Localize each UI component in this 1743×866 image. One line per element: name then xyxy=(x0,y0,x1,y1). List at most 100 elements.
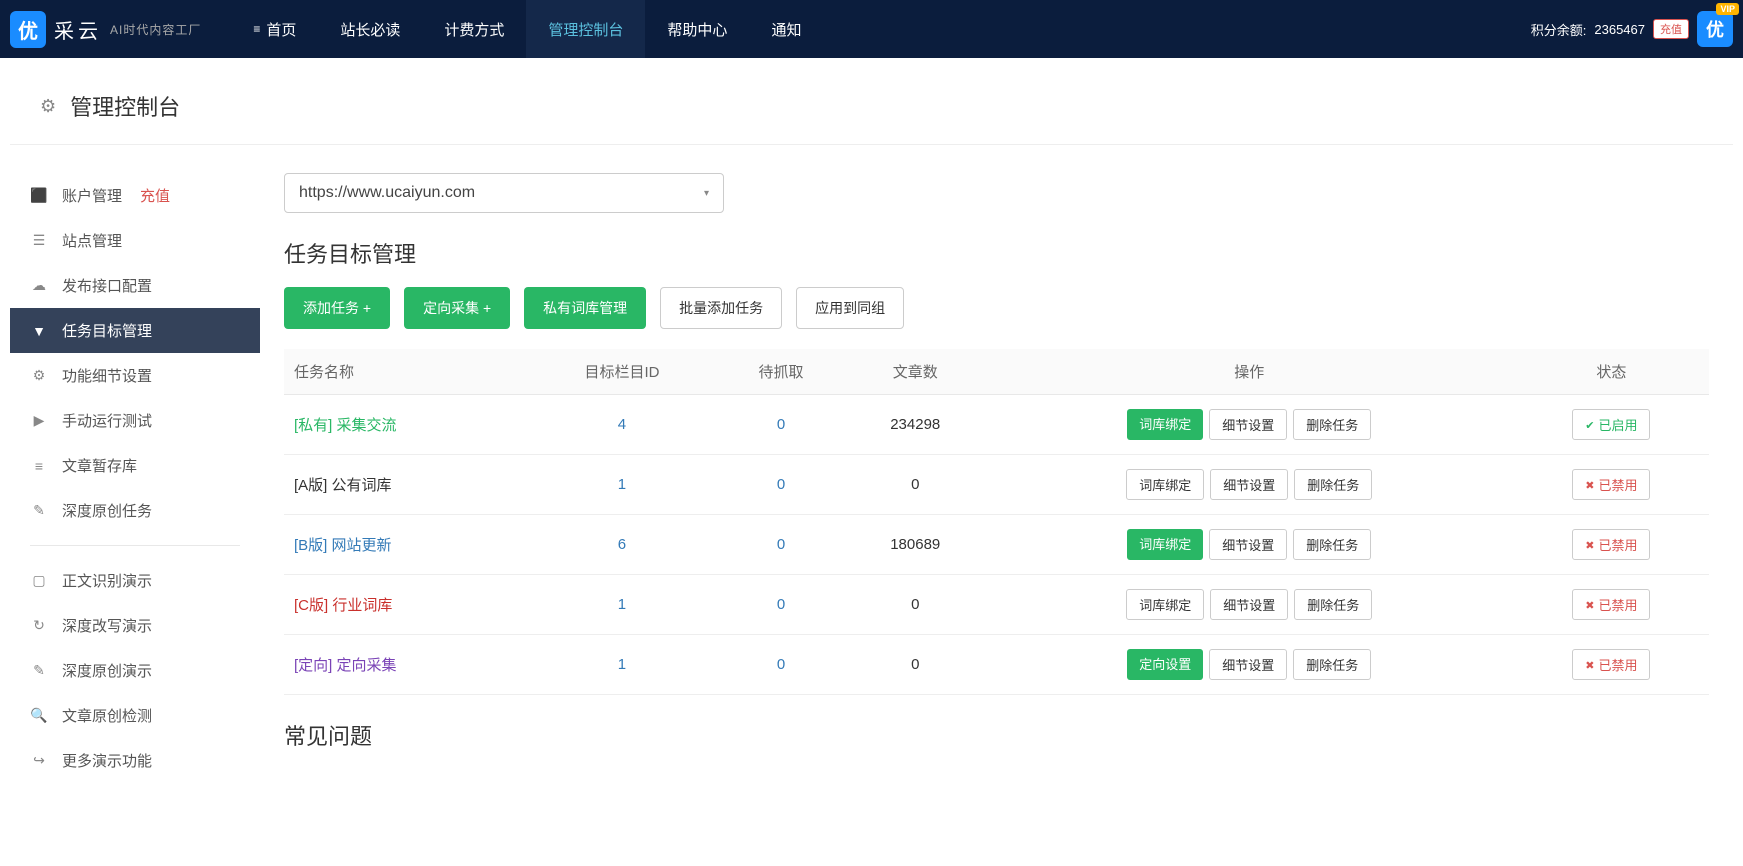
nav-item-管理控制台[interactable]: 管理控制台 xyxy=(526,0,645,58)
sidebar-item-文章原创检测[interactable]: 🔍文章原创检测 xyxy=(10,693,260,738)
sidebar-item-深度原创演示[interactable]: ✎深度原创演示 xyxy=(10,648,260,693)
status-disabled[interactable]: 已禁用 xyxy=(1572,649,1650,680)
cell-articles: 234298 xyxy=(846,395,985,455)
task-table: 任务名称 目标栏目ID 待抓取 文章数 操作 状态 [私有] 采集交流40234… xyxy=(284,349,1709,695)
cell-status: 已禁用 xyxy=(1514,455,1709,515)
cell-target_id: 6 xyxy=(528,515,717,575)
sidebar-item-账户管理[interactable]: ⬛账户管理充值 xyxy=(10,173,260,218)
logo-badge: 优 xyxy=(10,11,46,48)
detail-settings-button[interactable]: 细节设置 xyxy=(1209,409,1287,440)
cell-ops: 词库绑定细节设置删除任务 xyxy=(985,395,1514,455)
nav-item-label: 站长必读 xyxy=(340,19,400,40)
cell-status: 已禁用 xyxy=(1514,575,1709,635)
cell-task-name[interactable]: [定向] 定向采集 xyxy=(284,635,528,695)
sidebar-item-label: 深度改写演示 xyxy=(62,615,152,636)
col-status: 状态 xyxy=(1514,349,1709,395)
task-tag: [C版] xyxy=(294,597,328,614)
logo[interactable]: 优 采云 AI时代内容工厂 xyxy=(10,11,201,48)
cloud-icon: ☁ xyxy=(30,277,48,294)
bind-button[interactable]: 词库绑定 xyxy=(1126,589,1204,620)
directed-collect-button[interactable]: 定向采集 + xyxy=(404,287,510,329)
balance-label: 积分余额: xyxy=(1531,20,1587,39)
nav-item-首页[interactable]: ≡首页 xyxy=(231,0,318,58)
status-enabled[interactable]: 已启用 xyxy=(1572,409,1650,440)
delete-task-button[interactable]: 删除任务 xyxy=(1294,469,1372,500)
sidebar-item-label: 更多演示功能 xyxy=(62,750,152,771)
apply-group-button[interactable]: 应用到同组 xyxy=(796,287,904,329)
delete-task-button[interactable]: 删除任务 xyxy=(1293,649,1371,680)
task-tag: [私有] xyxy=(294,417,332,434)
cell-pending: 0 xyxy=(716,515,845,575)
play-icon: ▶ xyxy=(30,412,48,429)
sidebar-item-发布接口配置[interactable]: ☁发布接口配置 xyxy=(10,263,260,308)
sidebar-item-label: 任务目标管理 xyxy=(62,320,152,341)
col-articles: 文章数 xyxy=(846,349,985,395)
cross-icon xyxy=(1585,597,1594,612)
detail-settings-button[interactable]: 细节设置 xyxy=(1210,589,1288,620)
layout: ⬛账户管理充值☰站点管理☁发布接口配置▼任务目标管理⚙功能细节设置 ▶ 手动运行测试… xyxy=(0,155,1743,801)
sidebar-item-label: 文章暂存库 xyxy=(62,455,137,476)
avatar-wrap[interactable]: 优 VIP xyxy=(1697,11,1733,47)
task-tag: [定向] xyxy=(294,657,332,674)
share-icon: ↪ xyxy=(30,752,48,769)
cell-target_id: 1 xyxy=(528,455,717,515)
task-name: 公有词库 xyxy=(332,477,392,494)
cell-task-name[interactable]: [私有] 采集交流 xyxy=(284,395,528,455)
detail-settings-button[interactable]: 细节设置 xyxy=(1209,529,1287,560)
nav-item-帮助中心[interactable]: 帮助中心 xyxy=(645,0,749,58)
nav-item-label: 管理控制台 xyxy=(548,19,623,40)
batch-add-button[interactable]: 批量添加任务 xyxy=(660,287,782,329)
cell-articles: 0 xyxy=(846,455,985,515)
delete-task-button[interactable]: 删除任务 xyxy=(1293,409,1371,440)
cell-articles: 0 xyxy=(846,635,985,695)
detail-settings-button[interactable]: 细节设置 xyxy=(1209,649,1287,680)
action-buttons: 添加任务 + 定向采集 + 私有词库管理 批量添加任务 应用到同组 xyxy=(284,287,1709,329)
sidebar-item-正文识别演示[interactable]: ▢正文识别演示 xyxy=(10,558,260,603)
cell-ops: 词库绑定细节设置删除任务 xyxy=(985,515,1514,575)
add-task-button[interactable]: 添加任务 + xyxy=(284,287,390,329)
directed_set-button[interactable]: 定向设置 xyxy=(1127,649,1203,680)
recharge-button[interactable]: 充值 xyxy=(1653,19,1689,39)
bind-button[interactable]: 词库绑定 xyxy=(1127,409,1203,440)
status-disabled[interactable]: 已禁用 xyxy=(1572,469,1650,500)
sidebar-item-label: 站点管理 xyxy=(62,230,122,251)
sidebar-item-文章暂存库[interactable]: ≡文章暂存库 xyxy=(10,443,260,488)
cell-articles: 0 xyxy=(846,575,985,635)
cell-target_id: 1 xyxy=(528,635,717,695)
sidebar-item-更多演示功能[interactable]: ↪ 更多演示功能 xyxy=(10,738,260,783)
site-select[interactable]: https://www.ucaiyun.com ▾ xyxy=(284,173,724,213)
sidebar-item-手动运行测试[interactable]: ▶ 手动运行测试 xyxy=(10,398,260,443)
cell-task-name[interactable]: [C版] 行业词库 xyxy=(284,575,528,635)
status-disabled[interactable]: 已禁用 xyxy=(1572,529,1650,560)
cell-task-name[interactable]: [B版] 网站更新 xyxy=(284,515,528,575)
cell-ops: 词库绑定细节设置删除任务 xyxy=(985,575,1514,635)
sidebar-item-label: 手动运行测试 xyxy=(62,410,152,431)
cross-icon xyxy=(1585,477,1594,492)
delete-task-button[interactable]: 删除任务 xyxy=(1294,589,1372,620)
private-lib-button[interactable]: 私有词库管理 xyxy=(524,287,646,329)
logo-text: 采云 xyxy=(54,15,102,44)
nav-item-站长必读[interactable]: 站长必读 xyxy=(318,0,422,58)
bind-button[interactable]: 词库绑定 xyxy=(1126,469,1204,500)
cell-target_id: 4 xyxy=(528,395,717,455)
sidebar-item-深度改写演示[interactable]: ↻深度改写演示 xyxy=(10,603,260,648)
sidebar-item-深度原创任务[interactable]: ✎深度原创任务 xyxy=(10,488,260,533)
status-disabled[interactable]: 已禁用 xyxy=(1572,589,1650,620)
cell-target_id: 1 xyxy=(528,575,717,635)
sidebar-item-站点管理[interactable]: ☰站点管理 xyxy=(10,218,260,263)
nav-item-label: 帮助中心 xyxy=(667,19,727,40)
task-name: 采集交流 xyxy=(337,417,397,434)
sidebar-item-功能细节设置[interactable]: ⚙功能细节设置 xyxy=(10,353,260,398)
cell-task-name[interactable]: [A版] 公有词库 xyxy=(284,455,528,515)
menu-icon: ≡ xyxy=(253,22,260,36)
sidebar-item-任务目标管理[interactable]: ▼任务目标管理 xyxy=(10,308,260,353)
nav-item-计费方式[interactable]: 计费方式 xyxy=(422,0,526,58)
balance-value: 2365467 xyxy=(1594,22,1645,37)
bind-button[interactable]: 词库绑定 xyxy=(1127,529,1203,560)
page-title: 管理控制台 xyxy=(70,90,180,122)
delete-task-button[interactable]: 删除任务 xyxy=(1293,529,1371,560)
nav-item-通知[interactable]: 通知 xyxy=(749,0,823,58)
detail-settings-button[interactable]: 细节设置 xyxy=(1210,469,1288,500)
check-icon xyxy=(1585,417,1594,432)
sidebar-badge[interactable]: 充值 xyxy=(140,185,170,206)
